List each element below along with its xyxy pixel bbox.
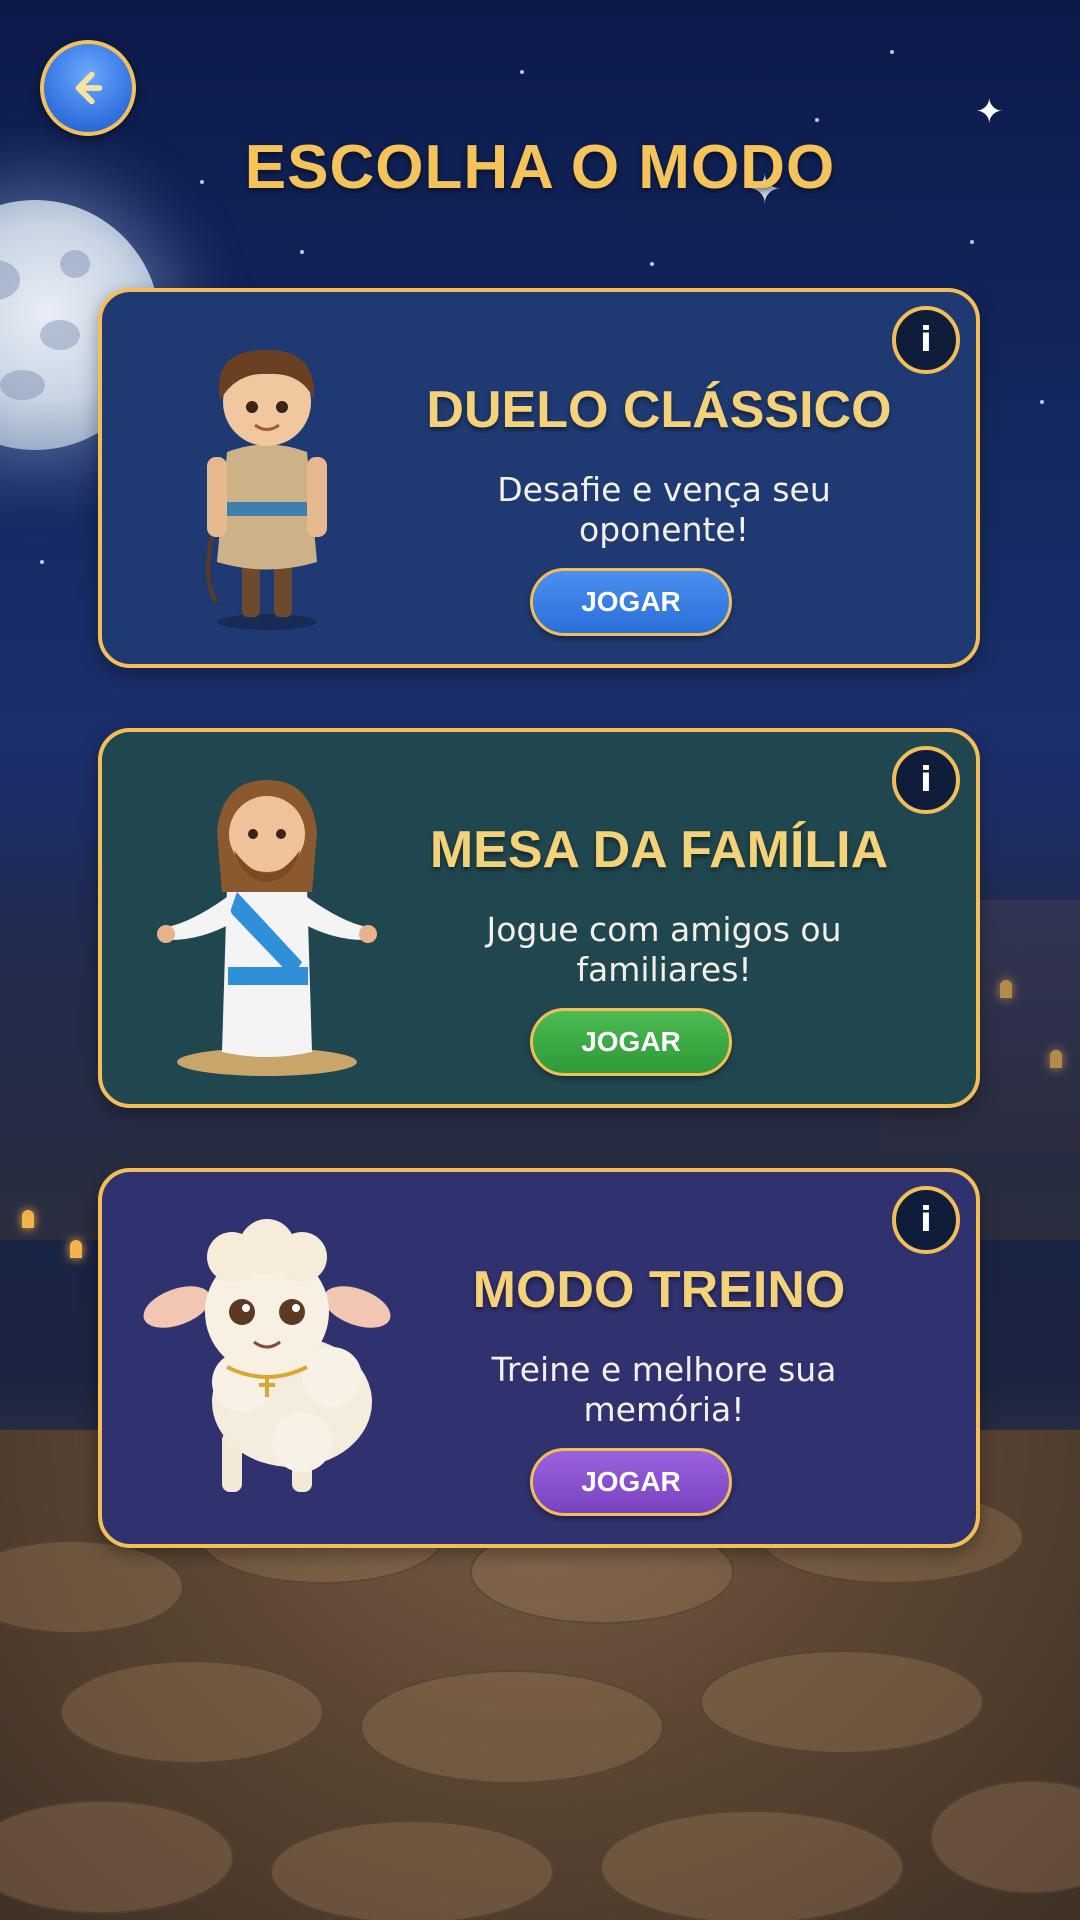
- mode-description: Treine e melhore sua memória!: [491, 1350, 837, 1429]
- jesus-character-icon: [157, 780, 377, 1076]
- play-button[interactable]: JOGAR: [530, 568, 732, 636]
- mode-card-duelo-classico[interactable]: i DUELO CLÁSSICO Desafie e vença seu opo…: [98, 288, 980, 668]
- info-button[interactable]: i: [892, 306, 960, 374]
- info-button[interactable]: i: [892, 1186, 960, 1254]
- play-button[interactable]: JOGAR: [530, 1448, 732, 1516]
- play-button[interactable]: JOGAR: [530, 1008, 732, 1076]
- mode-title: MODO TREINO: [472, 1261, 846, 1319]
- back-button[interactable]: [40, 40, 136, 136]
- mode-description: Jogue com amigos ou familiares!: [486, 910, 842, 989]
- mode-title: DUELO CLÁSSICO: [426, 381, 892, 439]
- mode-card-mesa-da-familia[interactable]: i MESA DA FAMÍLIA Jogue com amigos ou fa…: [98, 728, 980, 1108]
- info-button[interactable]: i: [892, 746, 960, 814]
- mode-title: MESA DA FAMÍLIA: [429, 821, 889, 879]
- page-title: ESCOLHA O MODO: [244, 133, 836, 202]
- lamb-character-icon: [143, 1219, 391, 1492]
- arrow-left-icon: [75, 71, 103, 105]
- boy-character-icon: [206, 349, 327, 630]
- mode-description: Desafie e vença seu oponente!: [497, 470, 831, 549]
- mode-card-modo-treino[interactable]: i MODO TREINO Treine e melhore sua memór…: [98, 1168, 980, 1548]
